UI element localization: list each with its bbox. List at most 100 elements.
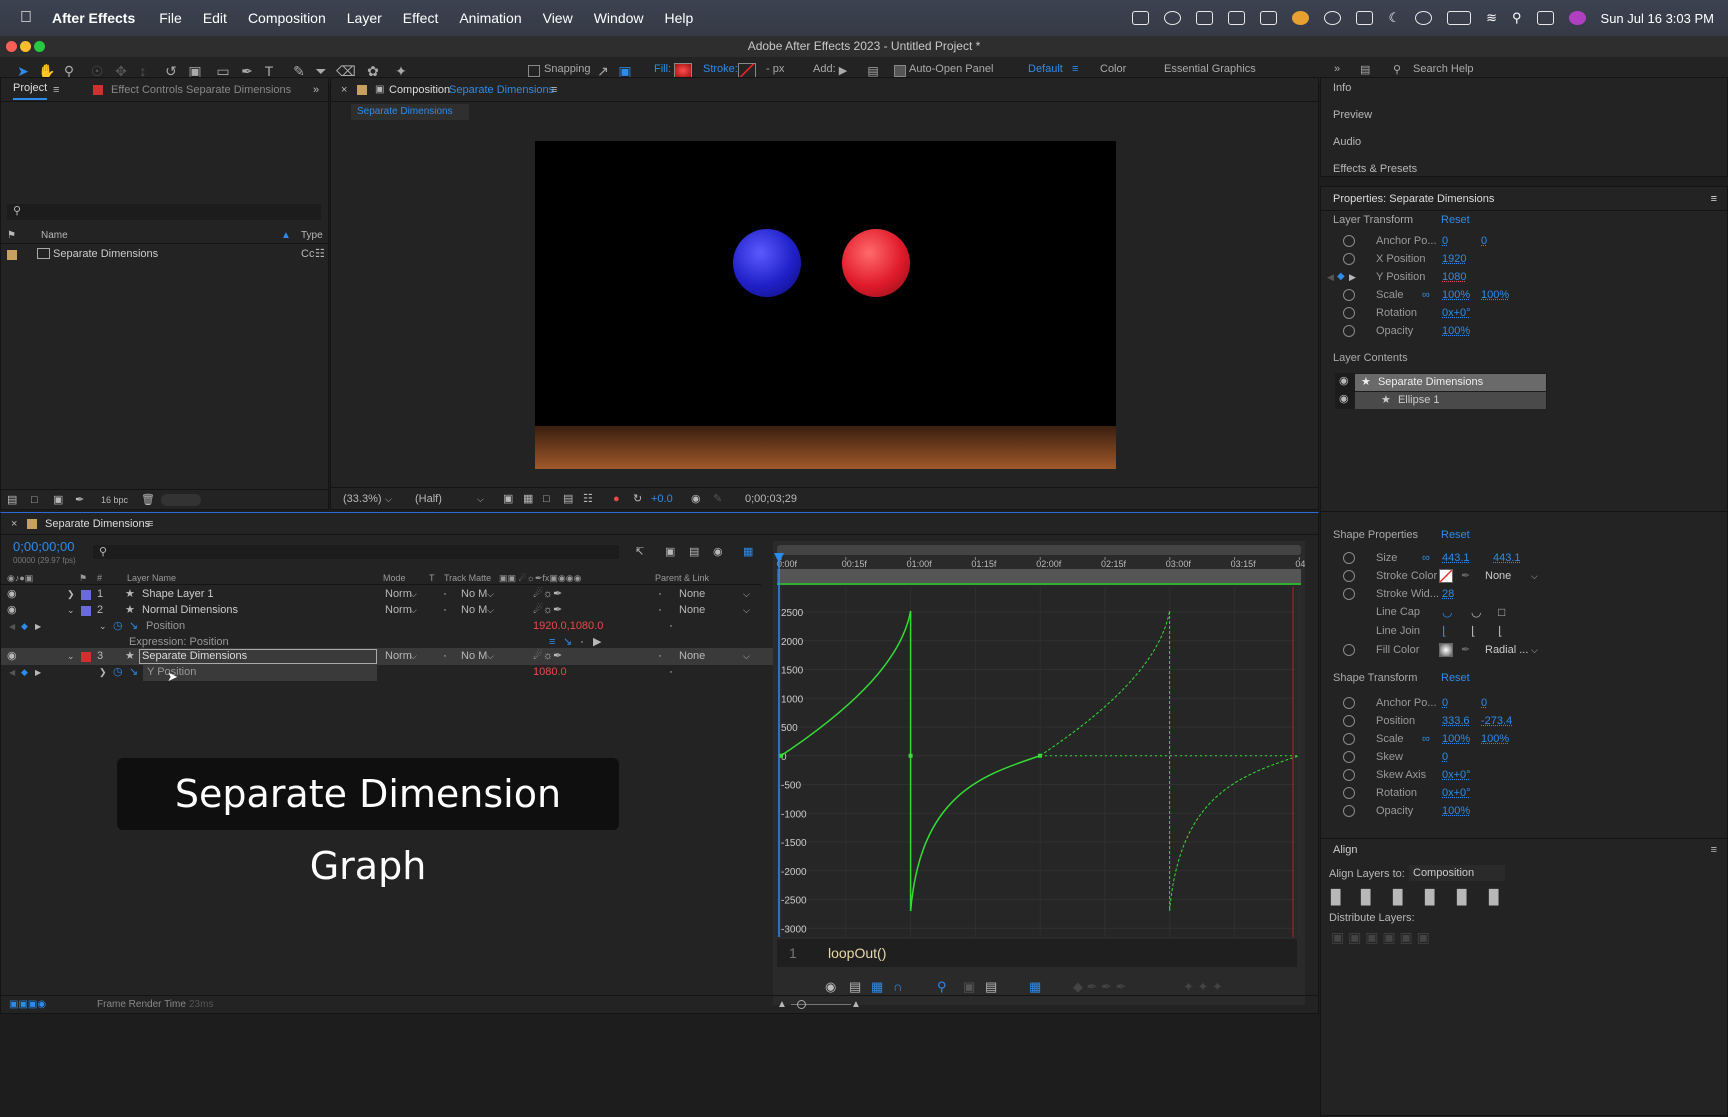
zoom-window-button[interactable]: [34, 41, 45, 52]
stopwatch-icon[interactable]: ◷: [113, 664, 123, 681]
interpret-footage-icon[interactable]: ▤: [7, 490, 17, 510]
spotlight-icon[interactable]: ⚲: [1512, 10, 1522, 26]
channel-icon[interactable]: ●: [613, 488, 620, 510]
stopwatch-icon[interactable]: [1343, 289, 1355, 301]
contents-item-group[interactable]: ★ Separate Dimensions: [1355, 374, 1546, 391]
show-snapshot-icon[interactable]: ✎: [713, 488, 722, 510]
battery-icon[interactable]: [1447, 11, 1472, 25]
new-comp-icon[interactable]: ▣: [53, 490, 63, 510]
graph-toggle-icon[interactable]: ↘: [129, 618, 138, 635]
audio-panel-tab[interactable]: Audio: [1333, 136, 1361, 148]
stroke-width-px[interactable]: - px: [766, 63, 784, 75]
reset-exposure-icon[interactable]: ↻: [633, 488, 642, 510]
snapping-checkbox[interactable]: [528, 65, 540, 77]
minimize-window-button[interactable]: [20, 41, 31, 52]
collapse-arrow-icon[interactable]: ⌄: [99, 618, 107, 635]
av-features-icon[interactable]: ◉♪●▣: [7, 571, 33, 585]
projecting-cap-icon[interactable]: □: [1498, 603, 1505, 621]
zoom-out-icon[interactable]: ▲: [777, 996, 787, 1014]
comp-viewer-canvas[interactable]: [535, 141, 1116, 469]
menu-window[interactable]: Window: [594, 10, 644, 26]
draft-3d-icon[interactable]: ▣: [665, 545, 675, 558]
mode-dropdown[interactable]: Norm: [385, 648, 412, 665]
timeline-search-input[interactable]: ⚲: [93, 545, 619, 559]
workspace-default[interactable]: Default: [1028, 63, 1063, 75]
graph-editor[interactable]: 0:00f 00:15f 01:00f 01:15f 02:00f 02:15f 03:00…: [773, 541, 1313, 1005]
y-position-value[interactable]: 1080: [1442, 268, 1466, 286]
align-top-icon[interactable]: ▉: [1425, 889, 1436, 906]
stopwatch-icon[interactable]: [1343, 253, 1355, 265]
flowchart-icon[interactable]: ☷: [315, 246, 325, 262]
switches-header-icons[interactable]: ▣▣ ☄☼✒fx▣◉◉◉: [499, 571, 581, 585]
snapping-icon[interactable]: ∩: [893, 979, 902, 994]
track-matte-pickwhip-icon[interactable]: ۰: [442, 602, 448, 619]
parent-dropdown[interactable]: None: [679, 586, 705, 603]
workspace-essential-graphics[interactable]: Essential Graphics: [1164, 63, 1256, 75]
shape-scale-y[interactable]: 100%: [1481, 730, 1509, 748]
layer-transform-reset[interactable]: Reset: [1441, 214, 1470, 226]
search-help-field[interactable]: Search Help: [1413, 63, 1474, 75]
stopwatch-icon[interactable]: [1343, 552, 1355, 564]
round-join-icon[interactable]: ⌊: [1471, 622, 1476, 640]
position-value[interactable]: 1920.0,1080.0: [533, 618, 603, 635]
collapse-arrow-icon[interactable]: ⌄: [67, 602, 75, 619]
app-menu[interactable]: After Effects: [52, 10, 135, 26]
more-workspaces-icon[interactable]: »: [1334, 63, 1340, 75]
project-item[interactable]: Separate Dimensions Cc ☷: [1, 246, 328, 262]
graph-editor-svg[interactable]: 0:00f 00:15f 01:00f 01:15f 02:00f 02:15f 03:00…: [773, 541, 1313, 1005]
app-status-icon[interactable]: [1292, 11, 1310, 25]
workspace-color[interactable]: Color: [1100, 63, 1126, 75]
tab-effect-controls[interactable]: Effect Controls Separate Dimensions: [111, 78, 291, 102]
visibility-eye-icon[interactable]: ◉: [7, 586, 17, 603]
comp-subtab[interactable]: Separate Dimensions: [351, 104, 469, 120]
comp-menu-icon[interactable]: ≡: [551, 78, 557, 102]
snapshot-icon[interactable]: ◉: [691, 488, 701, 510]
parent-pickwhip-icon[interactable]: ۰: [657, 648, 663, 665]
track-matte-dropdown[interactable]: No M: [461, 648, 487, 665]
lock-icon[interactable]: ▣: [375, 78, 384, 102]
align-hcenter-icon[interactable]: ▉: [1361, 889, 1372, 906]
close-comp-tab-icon[interactable]: ×: [341, 78, 347, 102]
time-machine-icon[interactable]: [1415, 11, 1433, 25]
calendar-icon[interactable]: [1356, 11, 1374, 25]
transform-box-icon[interactable]: ▦: [871, 979, 883, 995]
fit-selection-icon[interactable]: ⚲: [937, 979, 947, 995]
y-position-label[interactable]: Y Position: [143, 664, 377, 681]
scale-y-value[interactable]: 100%: [1481, 286, 1509, 304]
search-help-icon[interactable]: ⚲: [1393, 63, 1401, 76]
project-search-input[interactable]: ⚲: [7, 204, 321, 220]
layer-switch-icons[interactable]: ☄☼✒: [533, 648, 562, 665]
stopwatch-icon[interactable]: [1343, 805, 1355, 817]
dropbox-icon[interactable]: [1260, 11, 1278, 25]
type-column-header[interactable]: Type: [301, 228, 323, 244]
layer-name[interactable]: Shape Layer 1: [142, 586, 214, 603]
shape-anchor-x[interactable]: 0: [1442, 694, 1448, 712]
bit-depth[interactable]: 16 bpc: [101, 490, 128, 510]
keyframe-point[interactable]: [908, 753, 913, 758]
fill-swatch[interactable]: [674, 63, 692, 78]
grid-options-icon[interactable]: ☷: [583, 488, 593, 510]
track-matte-header[interactable]: Track Matte: [444, 571, 491, 585]
label-column-icon[interactable]: ⚑: [79, 571, 87, 585]
distribute-icons[interactable]: ▣ ▣ ▣ ▣ ▣ ▣: [1331, 929, 1430, 946]
resolution-dropdown[interactable]: (Half): [415, 488, 442, 510]
expression-pickwhip-icon[interactable]: ۰: [668, 664, 674, 681]
workspace-panel-icon[interactable]: ▤: [1360, 63, 1370, 76]
thumbnail-slider[interactable]: [161, 494, 201, 506]
shape-position-y[interactable]: -273.4: [1481, 712, 1512, 730]
align-bottom-icon[interactable]: ▉: [1489, 889, 1500, 906]
new-folder-icon[interactable]: □: [31, 490, 38, 510]
size-w-value[interactable]: 443.1: [1442, 549, 1470, 567]
expand-arrow-icon[interactable]: ❯: [67, 586, 75, 603]
expression-code[interactable]: loopOut(): [828, 945, 886, 961]
timeline-menu-icon[interactable]: ≡: [147, 513, 153, 535]
current-time-display[interactable]: 0;00;00;00: [13, 539, 74, 554]
info-panel-tab[interactable]: Info: [1333, 82, 1351, 94]
stroke-label[interactable]: Stroke:: [703, 63, 738, 75]
stopwatch-icon[interactable]: [1343, 588, 1355, 600]
position-property-row[interactable]: ◀ ◆ ▶ ⌄ ◷ ↘ Position 1920.0,1080.0 ۰: [1, 618, 841, 635]
eyedropper-icon[interactable]: ✒: [1461, 567, 1470, 585]
blue-ball[interactable]: [733, 229, 801, 297]
align-right-icon[interactable]: ▉: [1393, 889, 1404, 906]
eye-icon[interactable]: ◉: [1339, 392, 1349, 405]
